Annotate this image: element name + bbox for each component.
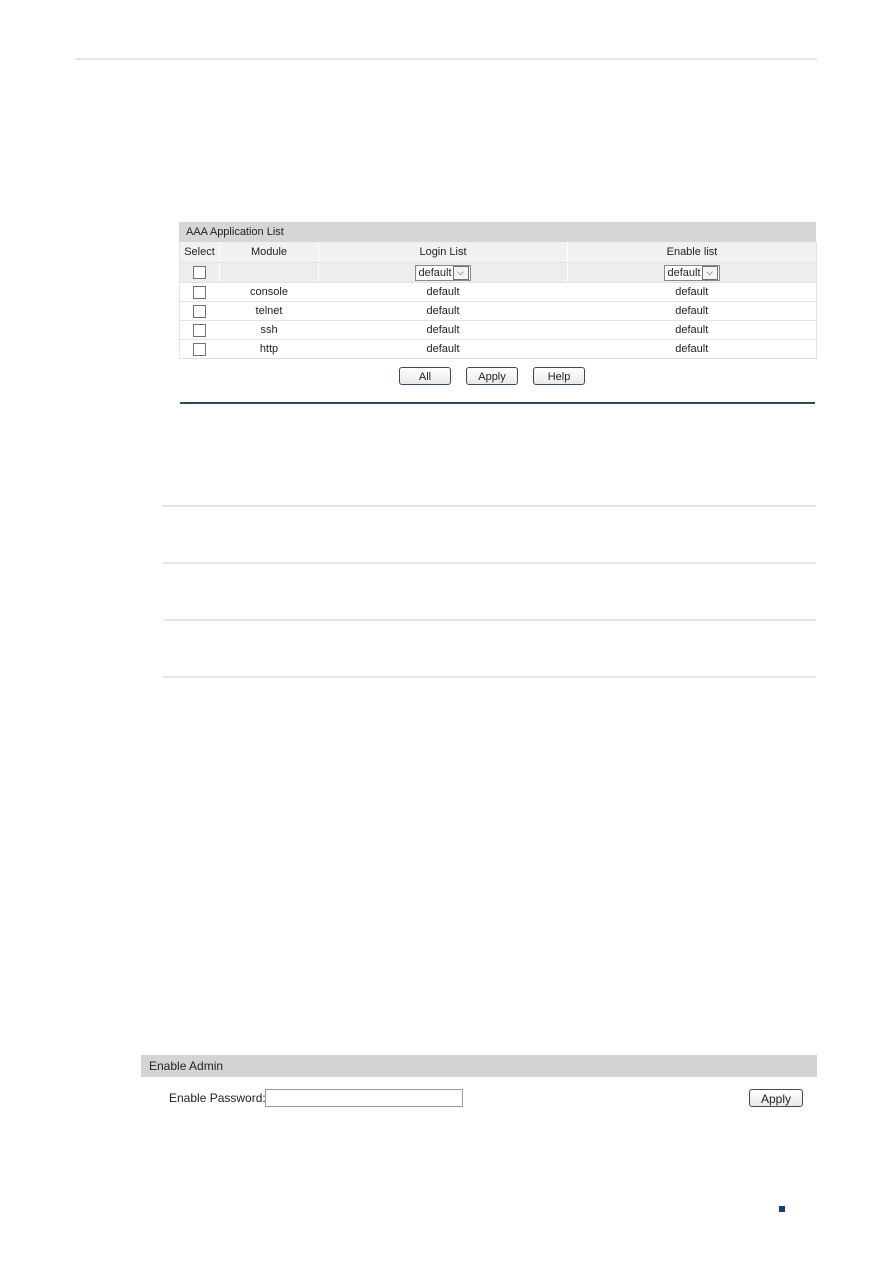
enable-list-cell: default <box>567 282 817 302</box>
table-rule <box>163 676 816 678</box>
login-list-cell: default <box>318 339 568 359</box>
table-row: console default default <box>179 282 817 302</box>
chevron-down-icon: ⌵ <box>701 265 718 280</box>
enable-list-cell: default <box>567 339 817 359</box>
login-list-cell: default <box>318 301 568 321</box>
enable-admin-apply-button[interactable]: Apply <box>749 1089 803 1107</box>
apply-button[interactable]: Apply <box>466 367 518 385</box>
bulk-edit-row: default ⌵ default ⌵ <box>179 262 817 283</box>
enable-list-cell: default <box>567 301 817 321</box>
table-header-row: Select Module Login List Enable list <box>179 242 817 263</box>
column-header-enable-list: Enable list <box>567 242 817 263</box>
enable-password-field[interactable] <box>265 1089 463 1107</box>
row-select-checkbox[interactable] <box>193 323 207 337</box>
table-row: http default default <box>179 339 817 359</box>
bulk-enable-list-select[interactable]: default ⌵ <box>664 264 720 281</box>
module-cell: telnet <box>219 301 319 321</box>
enable-password-row: Enable Password: Apply <box>141 1077 817 1117</box>
login-list-cell: default <box>318 320 568 340</box>
aaa-application-list-panel: AAA Application List Select Module Login… <box>179 222 817 359</box>
enable-admin-panel: Enable Admin Enable Password: Apply <box>141 1055 817 1117</box>
table-rule <box>163 562 816 564</box>
module-cell: console <box>219 282 319 302</box>
page-marker-icon <box>779 1206 785 1212</box>
enable-password-label: Enable Password: <box>169 1091 266 1105</box>
column-header-select: Select <box>179 242 220 263</box>
aaa-application-table: Select Module Login List Enable list def… <box>179 242 817 359</box>
table-rule <box>164 619 816 621</box>
bulk-login-list-select[interactable]: default ⌵ <box>415 264 471 281</box>
select-all-checkbox[interactable] <box>193 266 206 279</box>
module-cell: ssh <box>219 320 319 340</box>
help-button[interactable]: Help <box>533 367 585 385</box>
row-select-checkbox[interactable] <box>193 304 207 318</box>
aaa-button-bar: All Apply Help <box>179 367 816 387</box>
module-cell: http <box>219 339 319 359</box>
top-divider <box>76 58 817 60</box>
figure-divider <box>180 402 815 404</box>
login-list-cell: default <box>318 282 568 302</box>
panel-title: Enable Admin <box>141 1055 817 1077</box>
row-select-checkbox[interactable] <box>193 342 207 356</box>
row-select-checkbox[interactable] <box>193 285 207 299</box>
all-button[interactable]: All <box>399 367 451 385</box>
bulk-module-cell <box>219 262 319 283</box>
panel-title: AAA Application List <box>179 222 816 242</box>
column-header-module: Module <box>219 242 319 263</box>
column-header-login-list: Login List <box>318 242 568 263</box>
table-row: telnet default default <box>179 301 817 321</box>
table-row: ssh default default <box>179 320 817 340</box>
table-rule <box>162 505 816 507</box>
enable-list-cell: default <box>567 320 817 340</box>
chevron-down-icon: ⌵ <box>452 265 469 280</box>
